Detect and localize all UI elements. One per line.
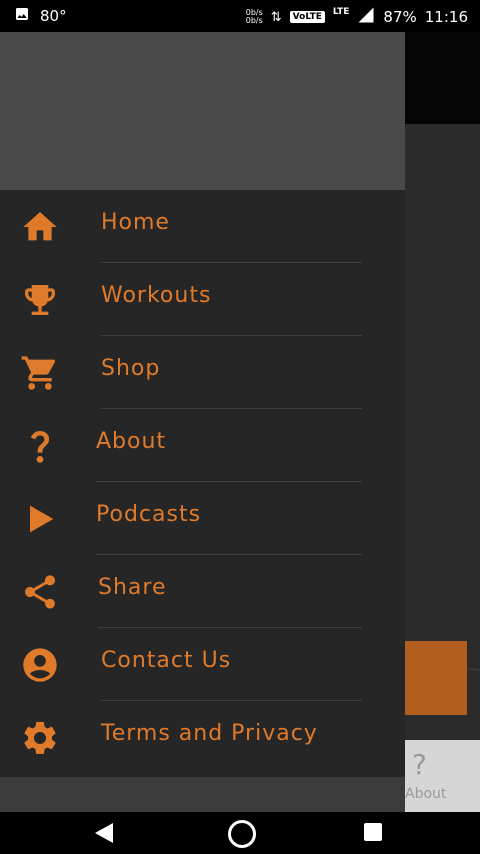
- menu-item-label: Workouts: [101, 283, 212, 308]
- home-icon: [20, 207, 60, 247]
- background-orange-card: [405, 641, 467, 715]
- battery-percent: 87%: [383, 8, 417, 26]
- menu-item-share[interactable]: Share: [0, 555, 405, 628]
- clock: 11:16: [424, 8, 468, 26]
- net-speed: 0b/s 0b/s: [245, 8, 263, 25]
- volte-badge: VoLTE: [289, 11, 325, 23]
- background-bottom-nav: ? About: [405, 740, 480, 812]
- lte-badge: LTE: [332, 7, 350, 17]
- status-bar: 80° 0b/s 0b/s ⇅ VoLTE LTE 87% 11:16: [0, 0, 480, 32]
- temperature: 80°: [40, 7, 67, 25]
- share-icon: [20, 572, 60, 612]
- menu-item-label: Podcasts: [96, 502, 202, 527]
- question-icon: [20, 426, 60, 466]
- question-icon: ?: [412, 748, 427, 781]
- menu-item-label: About: [96, 429, 167, 454]
- menu-item-about[interactable]: About: [0, 409, 405, 482]
- data-transfer-icon: ⇅: [270, 9, 282, 25]
- signal-icon: [357, 6, 375, 28]
- account-circle-icon: [20, 645, 60, 685]
- navigation-drawer: Home Workouts Shop About Podcasts Share …: [0, 32, 405, 812]
- menu-item-shop[interactable]: Shop: [0, 336, 405, 409]
- menu-item-label: Share: [98, 575, 167, 600]
- back-icon[interactable]: [95, 823, 113, 843]
- menu-item-label: Terms and Privacy: [101, 721, 318, 746]
- menu-item-workouts[interactable]: Workouts: [0, 263, 405, 336]
- home-circle-icon[interactable]: [228, 820, 256, 848]
- recent-apps-icon[interactable]: [364, 823, 382, 841]
- menu-item-home[interactable]: Home: [0, 190, 405, 263]
- drawer-footer: [0, 777, 405, 812]
- cart-icon: [20, 353, 60, 393]
- menu-item-terms-and-privacy[interactable]: Terms and Privacy: [0, 701, 405, 774]
- menu-item-label: Home: [101, 210, 170, 235]
- menu-item-contact-us[interactable]: Contact Us: [0, 628, 405, 701]
- menu-item-label: Shop: [101, 356, 161, 381]
- image-notification-icon: [14, 6, 30, 26]
- trophy-icon: [20, 280, 60, 320]
- menu-item-podcasts[interactable]: Podcasts: [0, 482, 405, 555]
- gear-icon: [20, 718, 60, 758]
- play-icon: [20, 499, 60, 539]
- bottom-nav-about-label: About: [405, 786, 447, 802]
- menu-item-label: Contact Us: [101, 648, 232, 673]
- drawer-header: [0, 32, 405, 190]
- system-nav-bar: [0, 812, 480, 854]
- background-toolbar: [405, 32, 480, 124]
